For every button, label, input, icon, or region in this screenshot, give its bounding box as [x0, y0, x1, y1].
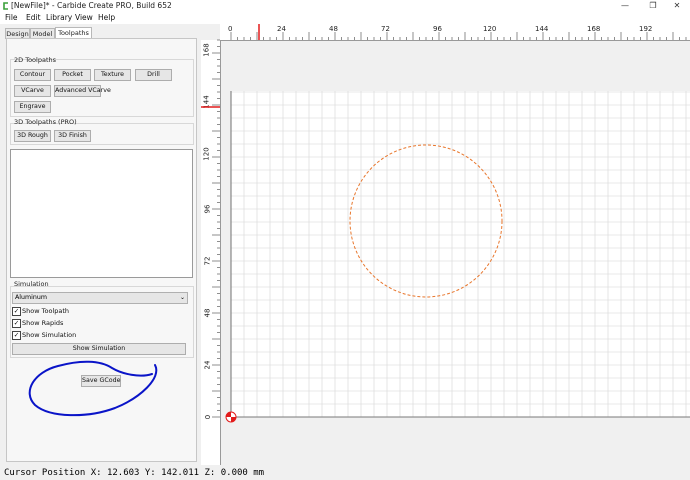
cursor-position: Cursor Position X: 12.603 Y: 142.011 Z: …	[4, 468, 265, 478]
canvas-drawing	[201, 24, 690, 423]
origin-icon	[225, 411, 237, 423]
status-bar: Cursor Position X: 12.603 Y: 142.011 Z: …	[0, 466, 690, 480]
